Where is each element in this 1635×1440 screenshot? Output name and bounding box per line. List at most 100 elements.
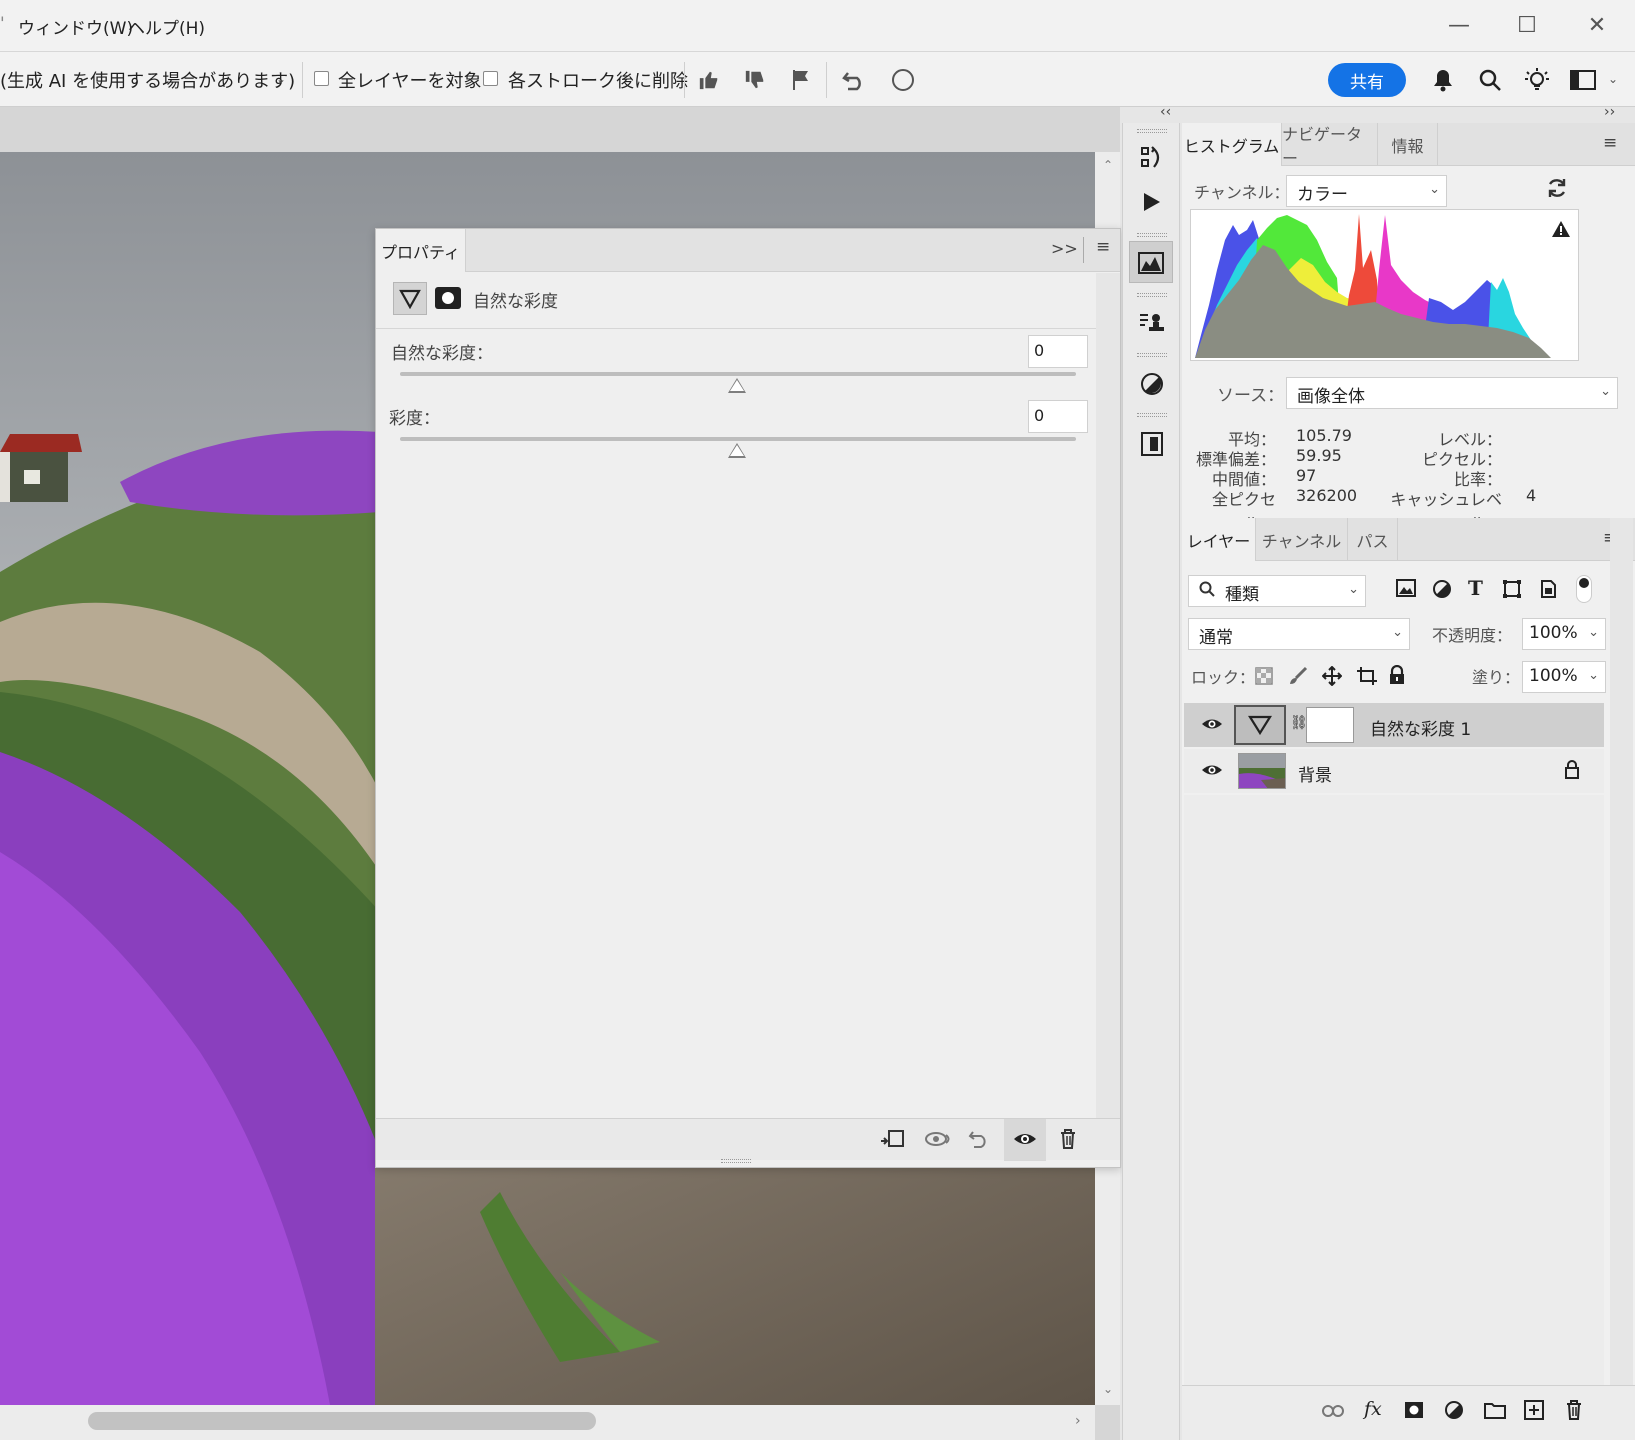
- layer-filter-select[interactable]: 種類 ⌄: [1188, 575, 1366, 607]
- share-button[interactable]: 共有: [1328, 63, 1406, 97]
- filter-type-icon[interactable]: T: [1468, 576, 1483, 600]
- close-button[interactable]: ✕: [1570, 8, 1624, 42]
- add-mask-icon[interactable]: [1404, 1401, 1424, 1424]
- layer-mask-thumbnail[interactable]: [1306, 707, 1354, 743]
- tab-paths[interactable]: パス: [1348, 518, 1398, 561]
- grip[interactable]: [1137, 293, 1167, 297]
- sample-all-layers-checkbox[interactable]: [314, 71, 329, 86]
- thumbs-up-icon[interactable]: [692, 64, 726, 96]
- eye-icon[interactable]: [1201, 762, 1223, 783]
- new-group-folder-icon[interactable]: [1484, 1401, 1506, 1424]
- menu-help[interactable]: ヘルプ(H): [128, 14, 205, 39]
- collapse-panel-icon[interactable]: >>: [1051, 239, 1078, 258]
- tab-layers[interactable]: レイヤー: [1182, 518, 1256, 561]
- resize-grip[interactable]: [721, 1159, 751, 1163]
- lock-all-icon[interactable]: [1388, 664, 1406, 690]
- layer-name[interactable]: 自然な彩度 1: [1370, 715, 1471, 740]
- saturation-label: 彩度：: [389, 409, 440, 429]
- lock-pixels-brush-icon[interactable]: [1288, 666, 1308, 691]
- blend-mode-select[interactable]: 通常 ⌄: [1188, 618, 1410, 650]
- minimize-button[interactable]: —: [1432, 8, 1486, 42]
- trash-icon[interactable]: [1058, 1128, 1078, 1150]
- history-icon[interactable]: [1132, 139, 1172, 177]
- layers-scrollbar[interactable]: [1610, 518, 1633, 1388]
- clone-source-icon[interactable]: [1132, 305, 1172, 343]
- link-layers-icon[interactable]: [1322, 1403, 1344, 1423]
- refresh-icon[interactable]: [1546, 177, 1568, 199]
- tab-navigator[interactable]: ナビゲーター: [1282, 123, 1378, 168]
- properties-scrollbar[interactable]: [1096, 273, 1120, 1118]
- new-layer-icon[interactable]: [1524, 1400, 1544, 1425]
- tab-info[interactable]: 情報: [1378, 123, 1438, 166]
- new-adjustment-layer-icon[interactable]: [1444, 1400, 1466, 1427]
- horizontal-scroll-thumb[interactable]: [88, 1412, 596, 1430]
- eye-icon[interactable]: [1012, 1129, 1038, 1149]
- saturation-slider-track[interactable]: [400, 437, 1076, 441]
- mask-icon[interactable]: [435, 287, 461, 309]
- vibrance-slider-track[interactable]: [400, 372, 1076, 376]
- layer-name[interactable]: 背景: [1298, 761, 1332, 786]
- filter-toggle[interactable]: [1576, 575, 1592, 603]
- grip[interactable]: [1137, 129, 1167, 133]
- lightbulb-icon[interactable]: [1520, 64, 1554, 96]
- lock-transparent-icon[interactable]: [1255, 667, 1273, 690]
- vibrance-adjustment-icon[interactable]: [393, 282, 427, 315]
- panel-menu-icon[interactable]: ≡: [1096, 237, 1110, 257]
- eye-icon[interactable]: [1201, 716, 1223, 737]
- layer-row[interactable]: 背景: [1184, 749, 1604, 793]
- lock-position-move-icon[interactable]: [1321, 665, 1343, 691]
- separator: [1083, 237, 1084, 263]
- opacity-field[interactable]: 100% ⌄: [1522, 618, 1606, 650]
- grip[interactable]: [1137, 233, 1167, 237]
- scroll-right-icon[interactable]: ›: [1075, 1413, 1081, 1429]
- properties-icon[interactable]: [1132, 425, 1172, 463]
- properties-panel: プロパティ >> ≡ 自然な彩度 自然な彩度： 0 彩度： 0: [375, 228, 1121, 1168]
- fx-icon[interactable]: fx: [1364, 1398, 1382, 1420]
- flag-icon[interactable]: [784, 64, 818, 96]
- filter-smart-object-icon[interactable]: [1538, 579, 1558, 604]
- view-previous-state-icon[interactable]: [924, 1129, 952, 1149]
- search-icon[interactable]: [1473, 64, 1507, 96]
- scroll-up-icon[interactable]: ⌃: [1103, 158, 1113, 172]
- layer-row[interactable]: ⛓ 自然な彩度 1: [1184, 703, 1604, 747]
- workspace-icon[interactable]: [1566, 64, 1600, 96]
- warning-icon[interactable]: [1551, 220, 1571, 243]
- saturation-value-field[interactable]: 0: [1028, 400, 1088, 433]
- lock-artboard-icon[interactable]: [1356, 666, 1378, 691]
- scroll-down-icon[interactable]: ⌄: [1103, 1382, 1113, 1396]
- vibrance-value-field[interactable]: 0: [1028, 335, 1088, 368]
- tab-properties[interactable]: プロパティ: [376, 229, 466, 272]
- grip[interactable]: [1137, 413, 1167, 417]
- saturation-slider-thumb[interactable]: [728, 443, 746, 458]
- reset-icon[interactable]: [968, 1129, 990, 1149]
- filter-adjustment-icon[interactable]: [1432, 579, 1452, 604]
- bell-icon[interactable]: [1426, 64, 1460, 96]
- menu-window[interactable]: ウィンドウ(W): [18, 14, 133, 39]
- fill-field[interactable]: 100% ⌄: [1522, 661, 1606, 693]
- panel-menu-icon[interactable]: ≡: [1603, 133, 1617, 153]
- expand-right-icon[interactable]: ››: [1604, 104, 1615, 120]
- clip-to-layer-icon[interactable]: [879, 1129, 905, 1149]
- adjustments-icon[interactable]: [1132, 365, 1172, 403]
- delete-layer-icon[interactable]: [1564, 1399, 1584, 1426]
- collapse-left-icon[interactable]: ‹‹: [1160, 104, 1171, 120]
- delete-after-stroke-checkbox[interactable]: [483, 71, 498, 86]
- histogram-icon[interactable]: [1131, 243, 1171, 281]
- circle-icon[interactable]: [886, 64, 920, 96]
- actions-play-icon[interactable]: [1132, 183, 1172, 221]
- maximize-button[interactable]: ☐: [1500, 8, 1554, 42]
- tab-channels[interactable]: チャンネル: [1256, 518, 1348, 561]
- filter-pixel-icon[interactable]: [1396, 579, 1416, 602]
- thumbs-down-icon[interactable]: [738, 64, 772, 96]
- chevron-down-icon[interactable]: ⌄: [276, 72, 286, 86]
- properties-footer: [376, 1118, 1120, 1161]
- filter-shape-icon[interactable]: [1502, 579, 1522, 604]
- gen-ai-select[interactable]: (生成 AI を使用する場合があります): [0, 67, 295, 93]
- grip[interactable]: [1137, 353, 1167, 357]
- source-select[interactable]: 画像全体 ⌄: [1286, 377, 1618, 409]
- vibrance-slider-thumb[interactable]: [728, 378, 746, 393]
- channel-select[interactable]: カラー ⌄: [1286, 175, 1447, 207]
- tab-histogram[interactable]: ヒストグラム: [1182, 123, 1282, 166]
- chevron-down-icon[interactable]: ⌄: [1608, 72, 1618, 86]
- undo-icon[interactable]: [838, 64, 872, 96]
